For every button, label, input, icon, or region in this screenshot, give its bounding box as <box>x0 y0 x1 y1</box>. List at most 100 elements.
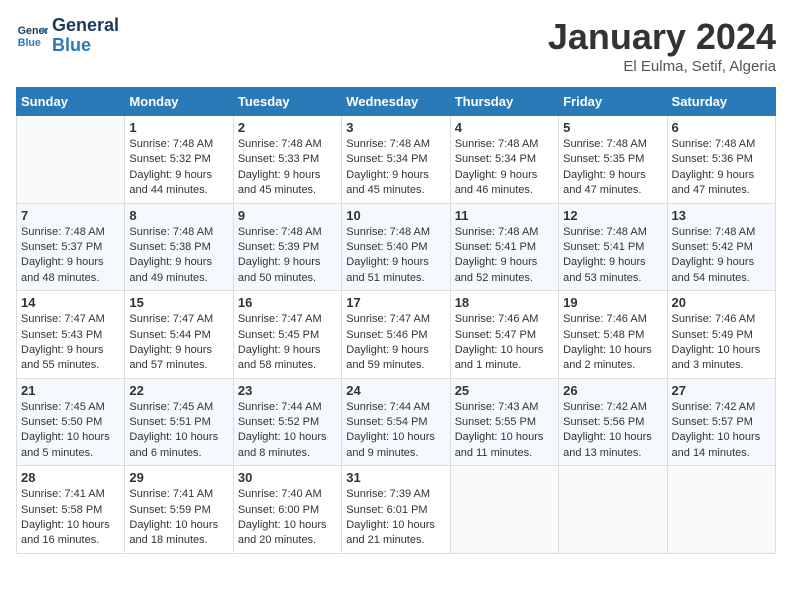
day-info: Sunrise: 7:42 AM Sunset: 5:57 PM Dayligh… <box>672 400 771 462</box>
calendar-week-row: 1Sunrise: 7:48 AM Sunset: 5:32 PM Daylig… <box>17 116 776 204</box>
day-info: Sunrise: 7:40 AM Sunset: 6:00 PM Dayligh… <box>238 487 337 549</box>
calendar-cell: 12 Sunrise: 7:48 AM Sunset: 5:41 PM Dayli… <box>559 203 667 291</box>
day-number: 15 <box>129 295 228 310</box>
calendar-cell: 17Sunrise: 7:47 AM Sunset: 5:46 PM Dayli… <box>342 291 450 379</box>
calendar-cell <box>17 116 125 204</box>
day-number: 13 <box>672 208 771 223</box>
day-number: 24 <box>346 383 445 398</box>
calendar-cell: 24 Sunrise: 7:44 AM Sunset: 5:54 PM Dayli… <box>342 378 450 466</box>
calendar-cell: 25Sunrise: 7:43 AM Sunset: 5:55 PM Dayli… <box>450 378 558 466</box>
calendar-cell: 31 Sunrise: 7:39 AM Sunset: 6:01 PM Dayli… <box>342 466 450 554</box>
month-year-title: January 2024 <box>548 16 776 58</box>
day-number: 14 <box>21 295 120 310</box>
day-number: 7 <box>21 208 120 223</box>
calendar-cell: 21 Sunrise: 7:45 AM Sunset: 5:50 PM Dayli… <box>17 378 125 466</box>
day-info: Sunrise: 7:39 AM Sunset: 6:01 PM Dayligh… <box>346 487 445 549</box>
day-info: Sunrise: 7:43 AM Sunset: 5:55 PM Dayligh… <box>455 400 554 462</box>
weekday-header-monday: Monday <box>125 88 233 116</box>
day-info: Sunrise: 7:48 AM Sunset: 5:34 PM Dayligh… <box>455 137 554 199</box>
day-number: 11 <box>455 208 554 223</box>
svg-text:Blue: Blue <box>18 37 41 49</box>
calendar-cell <box>559 466 667 554</box>
day-number: 22 <box>129 383 228 398</box>
day-info: Sunrise: 7:48 AM Sunset: 5:32 PM Dayligh… <box>129 137 228 199</box>
day-number: 18 <box>455 295 554 310</box>
day-number: 10 <box>346 208 445 223</box>
calendar-cell: 5Sunrise: 7:48 AM Sunset: 5:35 PM Daylig… <box>559 116 667 204</box>
day-info: Sunrise: 7:45 AM Sunset: 5:51 PM Dayligh… <box>129 400 228 462</box>
calendar-cell: 28 Sunrise: 7:41 AM Sunset: 5:58 PM Dayli… <box>17 466 125 554</box>
calendar-cell: 26 Sunrise: 7:42 AM Sunset: 5:56 PM Dayli… <box>559 378 667 466</box>
logo-icon: General Blue <box>16 20 48 52</box>
calendar-header: SundayMondayTuesdayWednesdayThursdayFrid… <box>17 88 776 116</box>
day-info: Sunrise: 7:44 AM Sunset: 5:52 PM Dayligh… <box>238 400 337 462</box>
calendar-table: SundayMondayTuesdayWednesdayThursdayFrid… <box>16 87 776 554</box>
calendar-cell: 2 Sunrise: 7:48 AM Sunset: 5:33 PM Daylig… <box>233 116 341 204</box>
calendar-cell: 10 Sunrise: 7:48 AM Sunset: 5:40 PM Dayli… <box>342 203 450 291</box>
calendar-week-row: 14 Sunrise: 7:47 AM Sunset: 5:43 PM Dayli… <box>17 291 776 379</box>
day-info: Sunrise: 7:48 AM Sunset: 5:33 PM Dayligh… <box>238 137 337 199</box>
day-number: 28 <box>21 470 120 485</box>
calendar-cell: 15Sunrise: 7:47 AM Sunset: 5:44 PM Dayli… <box>125 291 233 379</box>
day-number: 12 <box>563 208 662 223</box>
day-number: 16 <box>238 295 337 310</box>
day-info: Sunrise: 7:44 AM Sunset: 5:54 PM Dayligh… <box>346 400 445 462</box>
calendar-cell: 9Sunrise: 7:48 AM Sunset: 5:39 PM Daylig… <box>233 203 341 291</box>
day-number: 19 <box>563 295 662 310</box>
day-number: 8 <box>129 208 228 223</box>
calendar-cell <box>667 466 775 554</box>
weekday-header-row: SundayMondayTuesdayWednesdayThursdayFrid… <box>17 88 776 116</box>
calendar-week-row: 28 Sunrise: 7:41 AM Sunset: 5:58 PM Dayli… <box>17 466 776 554</box>
day-number: 26 <box>563 383 662 398</box>
day-number: 6 <box>672 120 771 135</box>
calendar-cell: 18Sunrise: 7:46 AM Sunset: 5:47 PM Dayli… <box>450 291 558 379</box>
calendar-cell: 13Sunrise: 7:48 AM Sunset: 5:42 PM Dayli… <box>667 203 775 291</box>
logo-text: General Blue <box>52 16 119 56</box>
location-subtitle: El Eulma, Setif, Algeria <box>548 58 776 75</box>
day-info: Sunrise: 7:48 AM Sunset: 5:40 PM Dayligh… <box>346 225 445 287</box>
calendar-cell: 14 Sunrise: 7:47 AM Sunset: 5:43 PM Dayli… <box>17 291 125 379</box>
day-info: Sunrise: 7:48 AM Sunset: 5:39 PM Dayligh… <box>238 225 337 287</box>
day-number: 3 <box>346 120 445 135</box>
calendar-week-row: 21 Sunrise: 7:45 AM Sunset: 5:50 PM Dayli… <box>17 378 776 466</box>
weekday-header-saturday: Saturday <box>667 88 775 116</box>
day-info: Sunrise: 7:47 AM Sunset: 5:46 PM Dayligh… <box>346 312 445 374</box>
calendar-cell: 20 Sunrise: 7:46 AM Sunset: 5:49 PM Dayli… <box>667 291 775 379</box>
calendar-cell: 4 Sunrise: 7:48 AM Sunset: 5:34 PM Daylig… <box>450 116 558 204</box>
page-header: General Blue General Blue January 2024 E… <box>16 16 776 75</box>
day-number: 21 <box>21 383 120 398</box>
day-info: Sunrise: 7:46 AM Sunset: 5:49 PM Dayligh… <box>672 312 771 374</box>
calendar-cell: 3Sunrise: 7:48 AM Sunset: 5:34 PM Daylig… <box>342 116 450 204</box>
day-info: Sunrise: 7:42 AM Sunset: 5:56 PM Dayligh… <box>563 400 662 462</box>
day-info: Sunrise: 7:48 AM Sunset: 5:41 PM Dayligh… <box>563 225 662 287</box>
day-info: Sunrise: 7:48 AM Sunset: 5:36 PM Dayligh… <box>672 137 771 199</box>
calendar-body: 1Sunrise: 7:48 AM Sunset: 5:32 PM Daylig… <box>17 116 776 554</box>
day-info: Sunrise: 7:45 AM Sunset: 5:50 PM Dayligh… <box>21 400 120 462</box>
day-info: Sunrise: 7:46 AM Sunset: 5:48 PM Dayligh… <box>563 312 662 374</box>
calendar-cell: 11Sunrise: 7:48 AM Sunset: 5:41 PM Dayli… <box>450 203 558 291</box>
title-block: January 2024 El Eulma, Setif, Algeria <box>548 16 776 75</box>
day-info: Sunrise: 7:48 AM Sunset: 5:35 PM Dayligh… <box>563 137 662 199</box>
day-info: Sunrise: 7:41 AM Sunset: 5:58 PM Dayligh… <box>21 487 120 549</box>
day-info: Sunrise: 7:48 AM Sunset: 5:37 PM Dayligh… <box>21 225 120 287</box>
calendar-cell: 30Sunrise: 7:40 AM Sunset: 6:00 PM Dayli… <box>233 466 341 554</box>
calendar-cell: 19 Sunrise: 7:46 AM Sunset: 5:48 PM Dayli… <box>559 291 667 379</box>
day-number: 31 <box>346 470 445 485</box>
calendar-cell: 7 Sunrise: 7:48 AM Sunset: 5:37 PM Daylig… <box>17 203 125 291</box>
day-info: Sunrise: 7:41 AM Sunset: 5:59 PM Dayligh… <box>129 487 228 549</box>
day-number: 2 <box>238 120 337 135</box>
calendar-cell: 29Sunrise: 7:41 AM Sunset: 5:59 PM Dayli… <box>125 466 233 554</box>
day-number: 4 <box>455 120 554 135</box>
calendar-cell: 27Sunrise: 7:42 AM Sunset: 5:57 PM Dayli… <box>667 378 775 466</box>
weekday-header-friday: Friday <box>559 88 667 116</box>
weekday-header-thursday: Thursday <box>450 88 558 116</box>
calendar-cell <box>450 466 558 554</box>
day-number: 23 <box>238 383 337 398</box>
day-info: Sunrise: 7:47 AM Sunset: 5:43 PM Dayligh… <box>21 312 120 374</box>
calendar-cell: 1Sunrise: 7:48 AM Sunset: 5:32 PM Daylig… <box>125 116 233 204</box>
calendar-cell: 6 Sunrise: 7:48 AM Sunset: 5:36 PM Daylig… <box>667 116 775 204</box>
day-info: Sunrise: 7:47 AM Sunset: 5:45 PM Dayligh… <box>238 312 337 374</box>
weekday-header-tuesday: Tuesday <box>233 88 341 116</box>
calendar-cell: 22 Sunrise: 7:45 AM Sunset: 5:51 PM Dayli… <box>125 378 233 466</box>
day-number: 20 <box>672 295 771 310</box>
